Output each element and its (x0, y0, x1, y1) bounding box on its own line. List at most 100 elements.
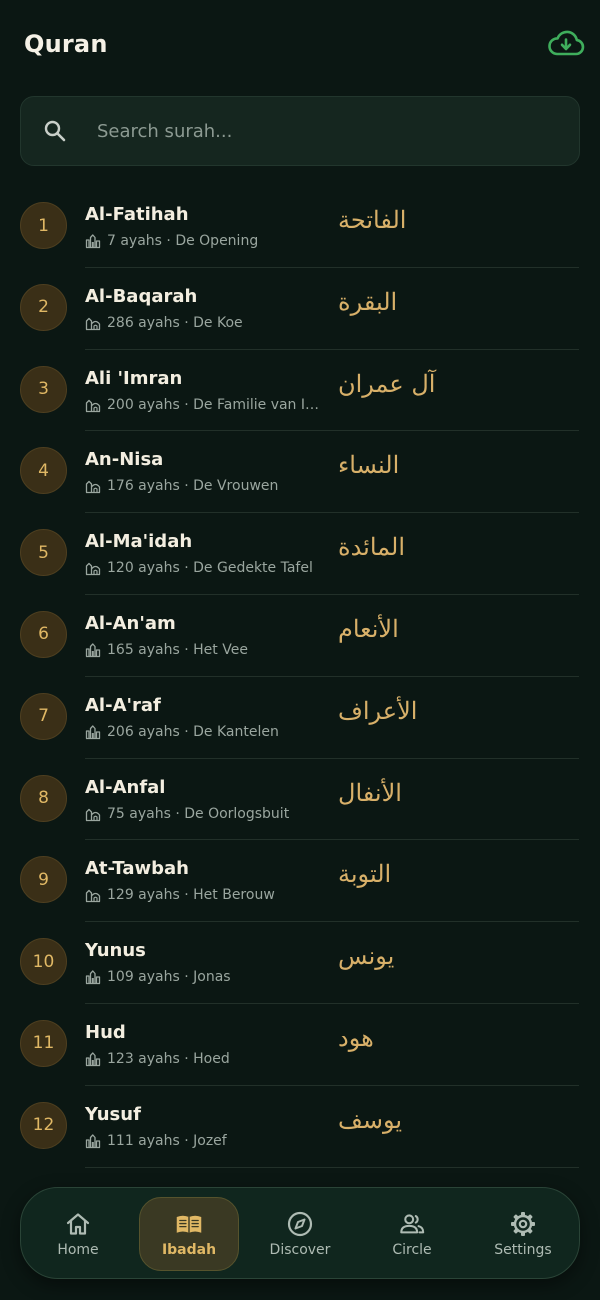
surah-number-badge: 3 (20, 365, 67, 413)
surah-meta-text: 75 ayahs · De Oorlogsbuit (107, 805, 290, 822)
mosque-icon (85, 397, 101, 413)
surah-name: Ali 'Imran (85, 367, 183, 389)
nav-item-home[interactable]: Home (28, 1197, 128, 1271)
surah-meta: 7 ayahs · De Opening (85, 233, 258, 249)
surah-arabic-name: الأنعام (338, 614, 399, 643)
surah-list: 1 Al-Fatihah 7 ayahs · De Opening الفاتحة 2 A… (0, 186, 600, 1168)
surah-arabic-name: التوبة (338, 860, 392, 889)
surah-row[interactable]: 8 Al-Anfal 75 ayahs · De Oorlogsbuit الأنفا… (0, 759, 600, 841)
surah-meta-text: 176 ayahs · De Vrouwen (107, 478, 279, 495)
search-input[interactable] (97, 97, 579, 165)
cloud-download-icon (548, 30, 585, 56)
surah-name: An-Nisa (85, 449, 164, 471)
surah-number: 1 (38, 215, 49, 236)
surah-meta-text: 200 ayahs · De Familie van Imr… (107, 396, 327, 413)
surah-number: 12 (32, 1115, 55, 1136)
kaaba-icon (85, 233, 101, 249)
surah-row[interactable]: 2 Al-Baqarah 286 ayahs · De Koe البقرة (0, 268, 600, 350)
surah-name: Al-Anfal (85, 776, 166, 798)
gear-icon (509, 1210, 537, 1238)
surah-number: 8 (38, 788, 49, 809)
surah-meta: 176 ayahs · De Vrouwen (85, 478, 278, 494)
surah-number-badge: 8 (20, 774, 67, 822)
nav-item-ibadah[interactable]: Ibadah (139, 1197, 239, 1271)
surah-row[interactable]: 7 Al-A'raf 206 ayahs · De Kantelen الأعراف (0, 677, 600, 759)
surah-row[interactable]: 4 An-Nisa 176 ayahs · De Vrouwen النساء (0, 431, 600, 514)
home-icon (64, 1210, 92, 1238)
compass-icon (286, 1210, 314, 1238)
mosque-icon (85, 806, 101, 822)
kaaba-icon (85, 969, 101, 985)
surah-meta-text: 120 ayahs · De Gedekte Tafel (107, 560, 313, 577)
surah-meta: 109 ayahs · Jonas (85, 969, 231, 985)
surah-number-badge: 1 (20, 202, 67, 249)
surah-number: 4 (38, 460, 49, 481)
surah-number: 9 (38, 869, 49, 890)
surah-name: Al-Ma'idah (85, 531, 193, 553)
quran-screen: Quran 1 Al-Fatihah 7 ayahs · De Opening الف… (0, 0, 600, 1300)
header: Quran (24, 22, 586, 66)
surah-meta: 129 ayahs · Het Berouw (85, 887, 275, 903)
surah-row[interactable]: 9 At-Tawbah 129 ayahs · Het Berouw التوبة (0, 840, 600, 923)
surah-row[interactable]: 6 Al-An'am 165 ayahs · Het Vee الأنعام (0, 595, 600, 677)
surah-row[interactable]: 5 Al-Ma'idah 120 ayahs · De Gedekte Tafel ا… (0, 513, 600, 595)
nav-label: Discover (269, 1242, 331, 1258)
surah-meta-text: 206 ayahs · De Kantelen (107, 723, 279, 740)
kaaba-icon (85, 724, 101, 740)
surah-number: 2 (38, 297, 49, 318)
surah-number: 10 (32, 951, 55, 972)
kaaba-icon (85, 1133, 101, 1149)
surah-arabic-name: هود (338, 1023, 374, 1052)
surah-meta-text: 129 ayahs · Het Berouw (107, 887, 275, 904)
surah-name: Al-An'am (85, 612, 176, 634)
surah-meta: 111 ayahs · Jozef (85, 1133, 227, 1149)
surah-name: Yusuf (85, 1103, 141, 1125)
book-icon (175, 1210, 203, 1238)
nav-label: Home (57, 1242, 99, 1258)
surah-number-badge: 4 (20, 447, 67, 495)
surah-number-badge: 10 (20, 938, 67, 986)
surah-arabic-name: يوسف (338, 1105, 403, 1134)
surah-arabic-name: يونس (338, 942, 395, 971)
surah-meta-text: 111 ayahs · Jozef (107, 1132, 227, 1149)
nav-label: Circle (392, 1242, 432, 1258)
surah-number-badge: 11 (20, 1019, 67, 1067)
surah-meta: 120 ayahs · De Gedekte Tafel (85, 560, 313, 576)
surah-number: 7 (38, 706, 49, 727)
mosque-icon (85, 315, 101, 331)
people-icon (398, 1210, 426, 1238)
surah-number-badge: 12 (20, 1101, 67, 1149)
surah-row[interactable]: 3 Ali 'Imran 200 ayahs · De Familie van Im… (0, 350, 600, 432)
surah-meta-text: 109 ayahs · Jonas (107, 969, 231, 986)
surah-number-badge: 6 (20, 610, 67, 658)
surah-row[interactable]: 10 Yunus 109 ayahs · Jonas يونس (0, 922, 600, 1004)
row-divider (85, 1166, 579, 1168)
surah-arabic-name: الفاتحة (338, 206, 407, 234)
mosque-icon (85, 887, 101, 903)
nav-label: Settings (494, 1242, 552, 1258)
surah-arabic-name: الأعراف (338, 696, 418, 725)
surah-name: Al-A'raf (85, 694, 161, 716)
page-title: Quran (24, 30, 108, 58)
surah-meta: 75 ayahs · De Oorlogsbuit (85, 806, 289, 822)
surah-row[interactable]: 1 Al-Fatihah 7 ayahs · De Opening الفاتحة (0, 186, 600, 268)
kaaba-icon (85, 642, 101, 658)
surah-row[interactable]: 12 Yusuf 111 ayahs · Jozef يوسف (0, 1086, 600, 1168)
download-button[interactable] (546, 24, 586, 64)
nav-item-circle[interactable]: Circle (362, 1197, 462, 1271)
surah-meta: 165 ayahs · Het Vee (85, 642, 248, 658)
surah-meta-text: 7 ayahs · De Opening (107, 233, 259, 249)
surah-name: At-Tawbah (85, 858, 189, 880)
search-bar[interactable] (20, 96, 580, 166)
surah-arabic-name: الأنفال (338, 778, 402, 807)
surah-arabic-name: البقرة (338, 287, 398, 316)
mosque-icon (85, 478, 101, 494)
surah-number: 11 (32, 1033, 55, 1054)
surah-number: 3 (38, 379, 49, 400)
nav-item-discover[interactable]: Discover (250, 1197, 350, 1271)
surah-row[interactable]: 11 Hud 123 ayahs · Hoed هود (0, 1004, 600, 1086)
kaaba-icon (85, 1051, 101, 1067)
surah-number-badge: 9 (20, 856, 67, 904)
surah-meta-text: 165 ayahs · Het Vee (107, 641, 248, 658)
nav-item-settings[interactable]: Settings (473, 1197, 573, 1271)
